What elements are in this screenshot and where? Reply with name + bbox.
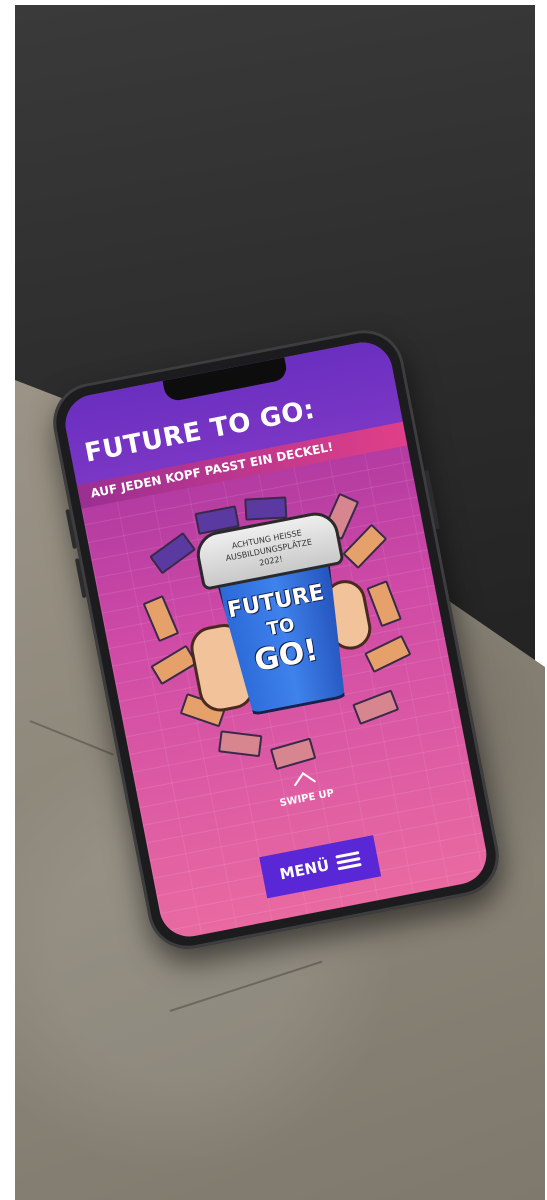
brick [269, 737, 317, 771]
brick [366, 580, 402, 628]
brick [218, 730, 263, 758]
brick [142, 594, 180, 643]
brick [352, 689, 400, 726]
menu-button-label: MENÜ [278, 856, 331, 884]
brick [364, 634, 412, 674]
hamburger-menu-icon [335, 851, 362, 871]
photo-scene: FUTURE TO GO: AUF JEDEN KOPF PASST EIN D… [0, 0, 547, 1200]
brick [342, 523, 388, 570]
brick [244, 496, 288, 521]
brick [149, 531, 197, 575]
